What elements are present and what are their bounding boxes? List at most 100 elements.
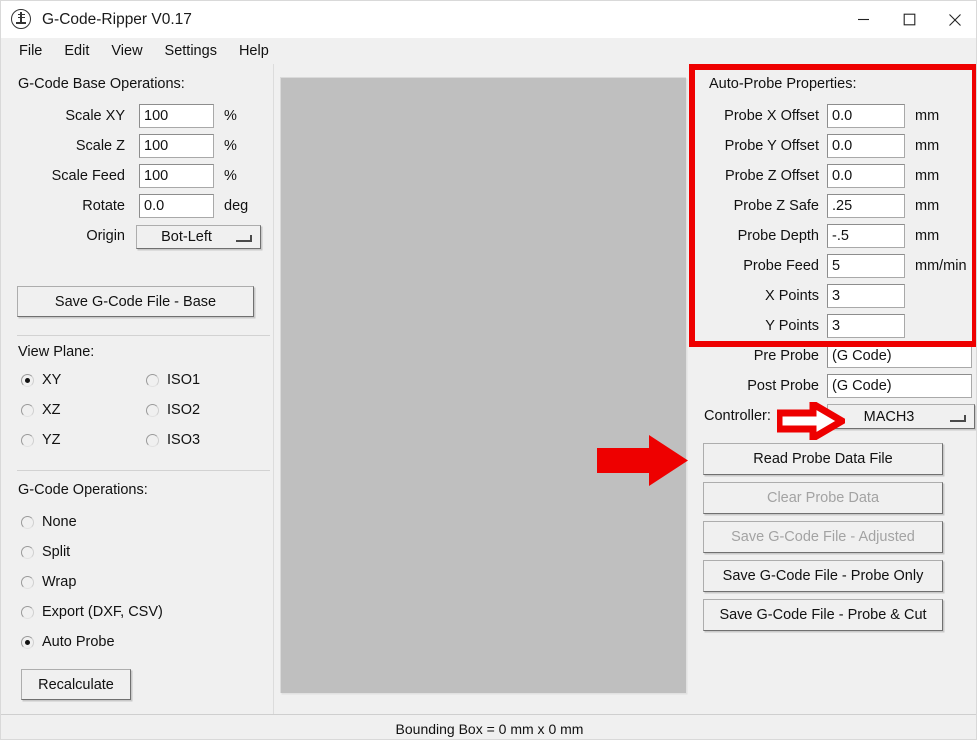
radio-label: XY xyxy=(42,372,62,388)
read-probe-data-file-button[interactable]: Read Probe Data File xyxy=(703,443,943,475)
rotate-input[interactable]: 0.0 xyxy=(139,194,214,218)
radio-dot-icon xyxy=(21,433,34,447)
radio-dot-icon xyxy=(21,373,34,387)
probe-z-offset-unit: mm xyxy=(915,168,940,184)
controller-dropdown[interactable]: MACH3 xyxy=(827,404,975,429)
menu-bar: File Edit View Settings Help xyxy=(1,38,976,64)
probe-x-offset-input[interactable]: 0.0 xyxy=(827,104,905,128)
radio-label: ISO3 xyxy=(167,432,201,448)
probe-depth-input[interactable]: -.5 xyxy=(827,224,905,248)
scale-z-input[interactable]: 100 xyxy=(139,134,214,158)
probe-z-safe-label: Probe Z Safe xyxy=(733,198,819,214)
radio-op-split[interactable]: Split xyxy=(21,544,70,560)
radio-view-plane-xz[interactable]: XZ xyxy=(21,402,61,418)
controller-dropdown-value: MACH3 xyxy=(863,408,915,425)
title-bar: G-Code-Ripper V0.17 xyxy=(1,1,976,38)
radio-op-wrap[interactable]: Wrap xyxy=(21,574,76,590)
application-window: G-Code-Ripper V0.17 File Edit View Setti… xyxy=(0,0,977,740)
radio-label: Export (DXF, CSV) xyxy=(42,604,163,620)
post-probe-input[interactable]: (G Code) xyxy=(827,374,972,398)
scale-feed-label: Scale Feed xyxy=(51,168,125,184)
radio-label: XZ xyxy=(42,402,61,418)
radio-view-plane-iso2[interactable]: ISO2 xyxy=(146,402,200,418)
y-points-label: Y Points xyxy=(765,318,819,334)
close-button[interactable] xyxy=(932,1,976,38)
radio-dot-icon xyxy=(21,545,34,559)
radio-label: Auto Probe xyxy=(42,634,115,650)
recalculate-button[interactable]: Recalculate xyxy=(21,669,131,700)
gcode-preview-canvas[interactable] xyxy=(280,77,686,693)
radio-op-export[interactable]: Export (DXF, CSV) xyxy=(21,604,163,620)
radio-op-none[interactable]: None xyxy=(21,514,77,530)
menu-item-help[interactable]: Help xyxy=(229,41,279,61)
scale-xy-input[interactable]: 100 xyxy=(139,104,214,128)
scale-feed-input[interactable]: 100 xyxy=(139,164,214,188)
clear-probe-data-button[interactable]: Clear Probe Data xyxy=(703,482,943,514)
menu-item-edit[interactable]: Edit xyxy=(54,41,99,61)
base-operations-title: G-Code Base Operations: xyxy=(18,76,185,92)
probe-x-offset-unit: mm xyxy=(915,108,940,124)
pre-probe-input[interactable]: (G Code) xyxy=(827,344,972,368)
auto-probe-properties-panel: Auto-Probe Properties: Probe X Offset 0.… xyxy=(695,64,976,714)
dropdown-indicator-icon xyxy=(236,235,252,242)
divider-1 xyxy=(17,335,270,336)
radio-view-plane-iso1[interactable]: ISO1 xyxy=(146,372,200,388)
radio-view-plane-yz[interactable]: YZ xyxy=(21,432,61,448)
auto-probe-properties-title: Auto-Probe Properties: xyxy=(709,76,857,92)
origin-dropdown-value: Bot-Left xyxy=(161,229,212,245)
view-plane-title: View Plane: xyxy=(18,344,95,360)
radio-label: Wrap xyxy=(42,574,77,590)
menu-item-file[interactable]: File xyxy=(9,41,52,61)
radio-label: Split xyxy=(42,544,71,560)
y-points-input[interactable]: 3 xyxy=(827,314,905,338)
main-body: G-Code Base Operations: Scale XY 100 % S… xyxy=(1,64,976,714)
radio-dot-icon xyxy=(146,403,159,417)
save-gcode-probe-and-cut-button[interactable]: Save G-Code File - Probe & Cut xyxy=(703,599,943,631)
divider-2 xyxy=(17,470,270,471)
radio-label: ISO1 xyxy=(167,372,201,388)
probe-feed-input[interactable]: 5 xyxy=(827,254,905,278)
rotate-unit: deg xyxy=(224,198,249,214)
radio-label: None xyxy=(42,514,77,530)
scale-xy-label: Scale XY xyxy=(65,108,125,124)
scale-z-label: Scale Z xyxy=(75,138,125,154)
rotate-label: Rotate xyxy=(82,198,125,214)
bounding-box-status-text: Bounding Box = 0 mm x 0 mm xyxy=(395,720,584,737)
probe-z-safe-input[interactable]: .25 xyxy=(827,194,905,218)
probe-z-safe-unit: mm xyxy=(915,198,940,214)
radio-label: YZ xyxy=(42,432,61,448)
probe-x-offset-label: Probe X Offset xyxy=(724,108,819,124)
minimize-icon xyxy=(857,18,869,21)
probe-z-offset-label: Probe Z Offset xyxy=(724,168,819,184)
scale-feed-unit: % xyxy=(224,168,237,184)
probe-y-offset-label: Probe Y Offset xyxy=(724,138,819,154)
origin-dropdown[interactable]: Bot-Left xyxy=(136,225,261,249)
radio-dot-icon xyxy=(21,403,34,417)
origin-label: Origin xyxy=(86,228,125,244)
x-points-input[interactable]: 3 xyxy=(827,284,905,308)
radio-op-auto-probe[interactable]: Auto Probe xyxy=(21,634,115,650)
probe-feed-unit: mm/min xyxy=(915,258,967,274)
radio-view-plane-xy[interactable]: XY xyxy=(21,372,61,388)
menu-item-settings[interactable]: Settings xyxy=(155,41,227,61)
maximize-button[interactable] xyxy=(886,1,932,38)
menu-item-view[interactable]: View xyxy=(101,41,152,61)
window-title: G-Code-Ripper V0.17 xyxy=(42,10,192,28)
save-gcode-probe-only-button[interactable]: Save G-Code File - Probe Only xyxy=(703,560,943,592)
save-gcode-adjusted-button[interactable]: Save G-Code File - Adjusted xyxy=(703,521,943,553)
post-probe-label: Post Probe xyxy=(747,378,819,394)
minimize-button[interactable] xyxy=(840,1,886,38)
dropdown-indicator-icon xyxy=(950,414,966,422)
save-gcode-base-button[interactable]: Save G-Code File - Base xyxy=(17,286,254,317)
probe-z-offset-input[interactable]: 0.0 xyxy=(827,164,905,188)
probe-y-offset-input[interactable]: 0.0 xyxy=(827,134,905,158)
radio-dot-icon xyxy=(21,515,34,529)
probe-y-offset-unit: mm xyxy=(915,138,940,154)
scale-xy-unit: % xyxy=(224,108,237,124)
radio-label: ISO2 xyxy=(167,402,201,418)
x-points-label: X Points xyxy=(765,288,819,304)
left-control-panel: G-Code Base Operations: Scale XY 100 % S… xyxy=(1,64,274,714)
pre-probe-label: Pre Probe xyxy=(753,348,819,364)
radio-view-plane-iso3[interactable]: ISO3 xyxy=(146,432,200,448)
probe-depth-label: Probe Depth xyxy=(737,228,819,244)
